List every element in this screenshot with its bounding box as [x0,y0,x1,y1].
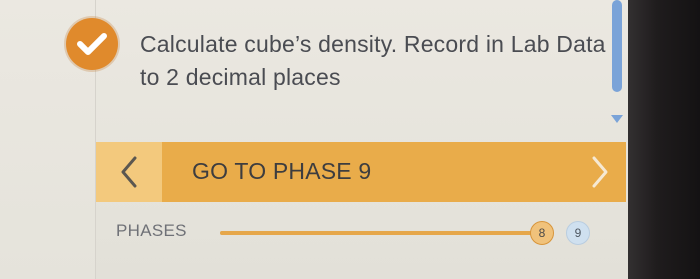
task-instruction-text: Calculate cube’s density. Record in Lab … [140,31,606,90]
phase-8-indicator[interactable]: 8 [530,221,554,245]
phases-progress-fill [220,231,536,235]
check-icon [77,33,107,55]
device-bezel [628,0,700,279]
chevron-left-icon [121,156,137,188]
scrollbar-thumb[interactable] [612,0,622,92]
next-phase-button[interactable] [574,142,626,202]
chevron-right-icon [592,156,608,188]
task-complete-check-icon [66,18,118,70]
go-to-phase-label: GO TO PHASE 9 [192,158,372,184]
lab-instructions-panel: Calculate cube’s density. Record in Lab … [0,0,628,279]
previous-phase-button[interactable] [96,142,162,202]
scroll-down-arrow-icon[interactable] [609,112,625,126]
phase-9-indicator[interactable]: 9 [566,221,590,245]
phases-label: PHASES [116,221,187,240]
phases-progress-track [220,231,536,235]
